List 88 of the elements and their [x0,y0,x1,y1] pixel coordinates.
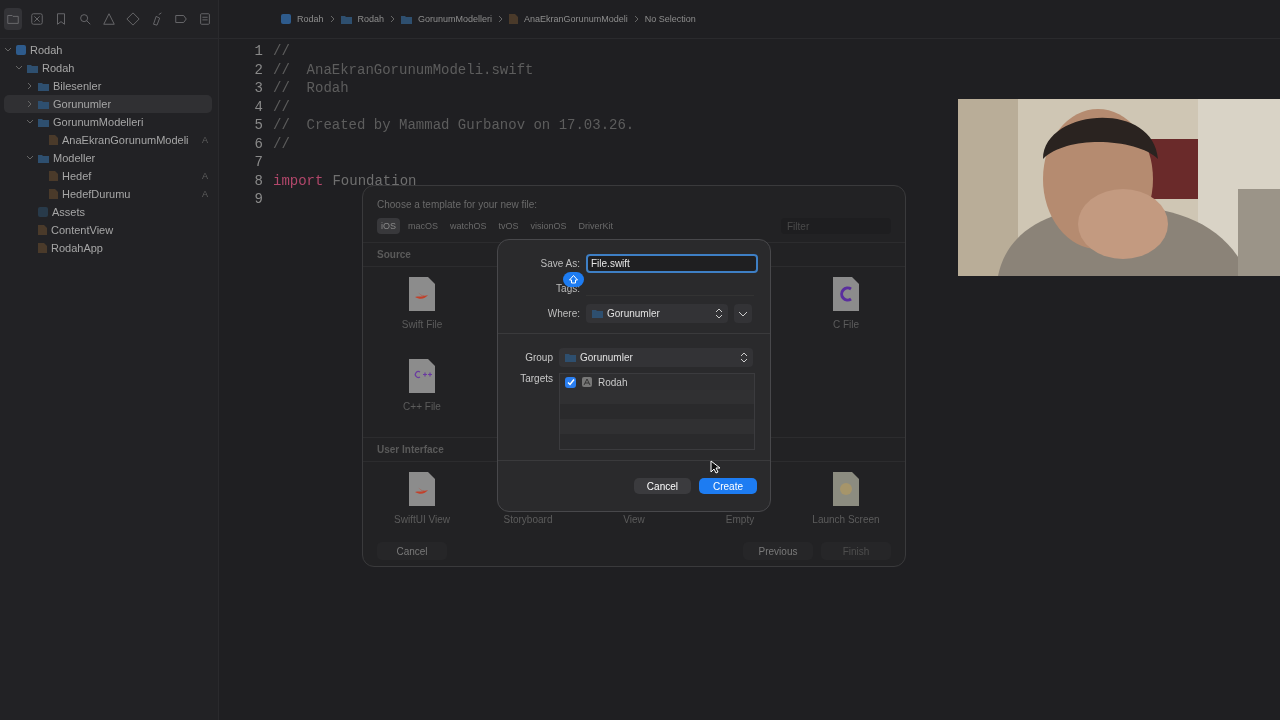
mouse-cursor-icon [710,460,720,474]
file-tree-item[interactable]: Rodah [4,59,212,77]
chevron-right-icon [633,15,639,23]
disclosure-chevron-icon[interactable] [26,118,34,126]
folder-icon [38,81,49,91]
field-label: Save As: [539,258,580,269]
folder-icon [38,153,49,163]
c-file-icon [833,277,859,311]
file-tree-item[interactable]: Rodah [4,41,212,59]
platform-tab[interactable]: tvOS [494,218,523,234]
platform-tab[interactable]: macOS [404,218,443,234]
folder-icon [592,309,603,318]
code-keyword: import [273,172,324,189]
line-number: 5 [253,117,264,134]
platform-tab[interactable]: watchOS [446,218,491,234]
line-number: 9 [253,191,264,208]
field-label: Where: [546,308,580,319]
cpp-file-icon [409,359,435,393]
breadcrumb-item[interactable]: AnaEkranGorunumModeli [524,14,628,24]
line-number: 1 [253,43,264,60]
breadcrumb-item[interactable]: Rodah [357,14,385,24]
code-line: // Created by Mammad Gurbanov on 17.03.26. [273,117,635,134]
code-line: // [273,135,290,152]
disclosure-chevron-icon[interactable] [4,46,12,54]
line-number: 2 [253,61,264,78]
chevron-right-icon [390,15,396,23]
launch-screen-file-icon [833,472,859,506]
folder-icon [565,353,576,362]
chevron-right-icon [498,15,504,23]
field-label: Targets [519,373,553,384]
file-tree-item[interactable]: RodahApp [4,239,212,257]
file-tree-item[interactable]: GorunumModelleri [4,113,212,131]
folder-icon [27,63,38,73]
folder-icon[interactable] [4,8,22,30]
assets-icon [38,207,48,217]
swift-file-icon [409,472,435,506]
sheet-button[interactable]: Previous [743,542,813,560]
code-line: // [273,98,290,115]
field-label: Group [524,352,553,363]
line-number: 4 [253,98,264,115]
platform-tab[interactable]: iOS [377,218,400,234]
code-line: Foundation [332,172,417,189]
breadcrumb-item[interactable]: GorunumModelleri [418,14,493,24]
target-name: Rodah [598,376,628,388]
updown-icon [741,353,747,362]
code-line: // AnaEkranGorunumModeli.swift [273,61,534,78]
project-icon [281,14,291,24]
folder-icon [340,14,352,24]
line-number: 3 [253,80,264,97]
line-number: 8 [253,172,264,189]
swift-file-icon [509,14,519,24]
caps-lock-icon [569,275,578,284]
where-popup[interactable]: Gorunumler [586,304,728,323]
line-number: 7 [253,154,264,171]
swift-file-icon [409,277,435,311]
file-tree-item[interactable]: ContentView [4,221,212,239]
code-line: // [273,43,290,60]
chevron-down-icon [738,310,748,317]
platform-tab[interactable]: DriverKit [574,218,618,234]
updown-icon [716,309,722,318]
folder-icon [38,117,49,127]
line-number: 6 [253,135,264,152]
file-tree-item[interactable]: Bilesenler [4,77,212,95]
file-tree-item[interactable]: Modeller [4,149,212,167]
target-checkbox[interactable] [565,376,576,388]
cancel-button[interactable]: Cancel [633,478,691,494]
app-target-icon [582,377,592,387]
swift-file-icon [49,135,58,145]
sheet-title: Choose a template for your new file: [377,199,539,210]
folder-icon [401,14,413,24]
disclosure-chevron-icon[interactable] [26,100,34,108]
create-button[interactable]: Create [699,478,757,494]
disclosure-chevron-icon[interactable] [26,82,34,90]
expand-button[interactable] [734,304,752,323]
breadcrumb-item[interactable]: Rodah [297,14,324,24]
disclosure-chevron-icon[interactable] [26,154,34,162]
file-tree-item[interactable]: Gorunumler [4,95,212,113]
save-as-field[interactable]: File.swift [586,254,758,273]
platform-tab[interactable]: visionOS [526,218,571,234]
file-tree-item[interactable]: Assets [4,203,212,221]
chevron-right-icon [329,15,335,23]
code-line: // Rodah [273,80,349,97]
folder-icon [38,99,49,109]
project-icon [16,45,26,55]
breadcrumb-item[interactable]: No Selection [644,14,696,24]
disclosure-chevron-icon[interactable] [15,64,23,72]
sheet-button[interactable]: Cancel [377,542,447,560]
group-popup[interactable]: Gorunumler [559,348,753,367]
